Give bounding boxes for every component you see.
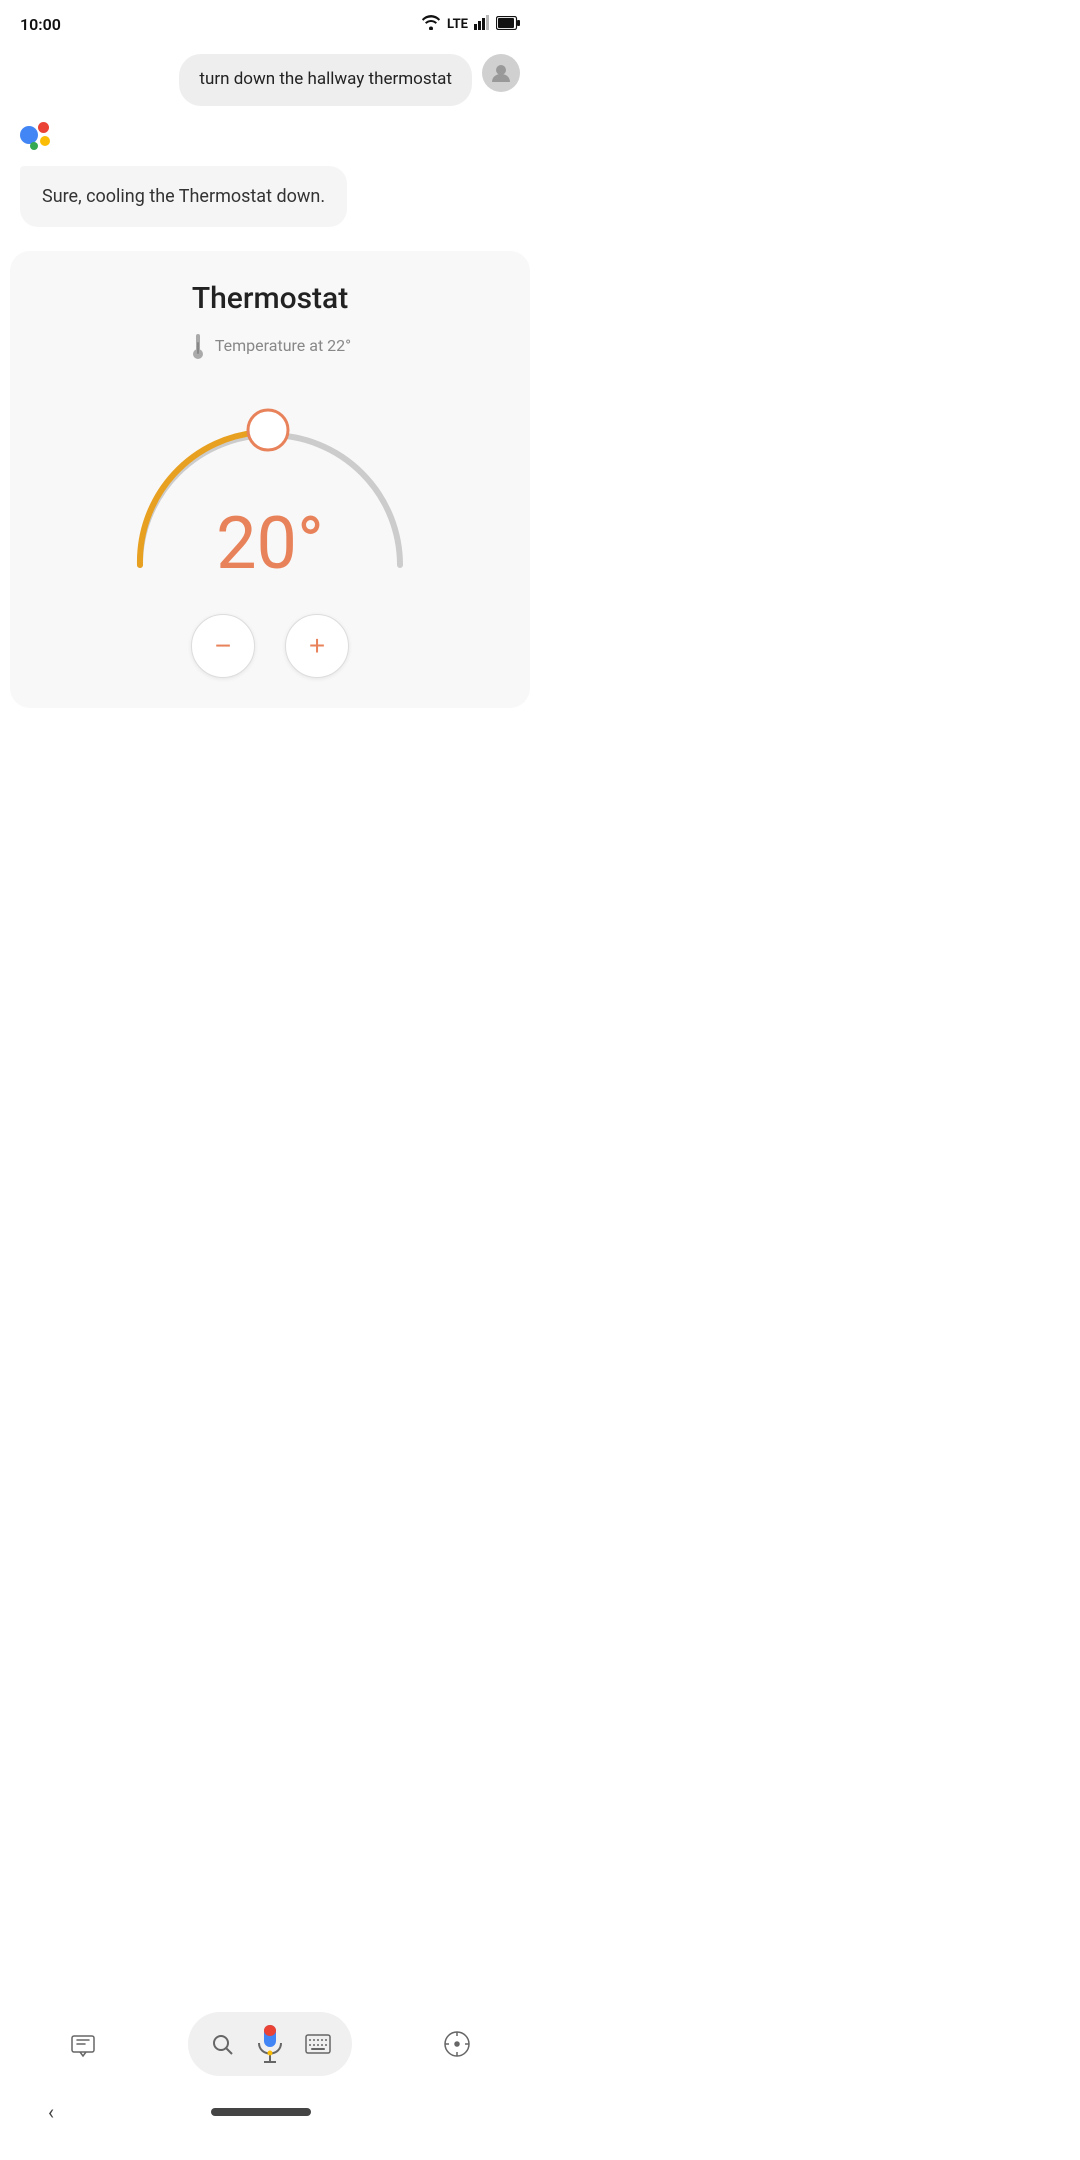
dot-green	[30, 142, 38, 150]
user-message-row: turn down the hallway thermostat	[20, 54, 520, 106]
thermostat-card: Thermostat Temperature at 22° 20°	[10, 251, 530, 708]
decrease-temp-button[interactable]: −	[191, 614, 255, 678]
bottom-area: ‹	[0, 1996, 540, 2160]
thermostat-title: Thermostat	[192, 281, 348, 316]
assistant-tray-icon[interactable]	[61, 2022, 105, 2066]
thermostat-temp-display: 20°	[216, 508, 324, 580]
temperature-label: Temperature at 22°	[189, 332, 351, 360]
keyboard-icon[interactable]	[300, 2026, 336, 2062]
chat-area: turn down the hallway thermostat Sure, c…	[0, 44, 540, 247]
assistant-message-row: Sure, cooling the Thermostat down.	[20, 122, 520, 227]
temperature-text: Temperature at 22°	[215, 336, 351, 355]
bottom-bar	[0, 1996, 540, 2086]
status-icons: LTE	[421, 14, 520, 34]
lens-icon[interactable]	[204, 2026, 240, 2062]
dot-red	[38, 122, 49, 133]
thermostat-dial[interactable]: 20°	[110, 380, 430, 580]
dot-blue	[20, 126, 38, 144]
back-button[interactable]: ‹	[40, 2092, 62, 2132]
thermostat-controls: − +	[191, 614, 349, 678]
thermometer-icon	[189, 332, 207, 360]
signal-icon	[474, 14, 490, 34]
battery-icon	[496, 15, 520, 34]
lte-label: LTE	[447, 17, 468, 32]
google-assistant-logo	[20, 122, 64, 162]
user-bubble: turn down the hallway thermostat	[179, 54, 472, 106]
user-avatar	[482, 54, 520, 92]
microphone-button[interactable]	[246, 2020, 294, 2068]
status-time: 10:00	[20, 15, 61, 34]
microphone-pill[interactable]	[188, 2012, 352, 2076]
compass-icon[interactable]	[435, 2022, 479, 2066]
wifi-icon	[421, 14, 441, 34]
increase-temp-button[interactable]: +	[285, 614, 349, 678]
nav-bar: ‹	[0, 2086, 540, 2136]
assistant-bubble: Sure, cooling the Thermostat down.	[20, 166, 347, 227]
dot-yellow	[40, 136, 50, 146]
status-bar: 10:00 LTE	[0, 0, 540, 44]
home-indicator[interactable]	[211, 2108, 311, 2116]
